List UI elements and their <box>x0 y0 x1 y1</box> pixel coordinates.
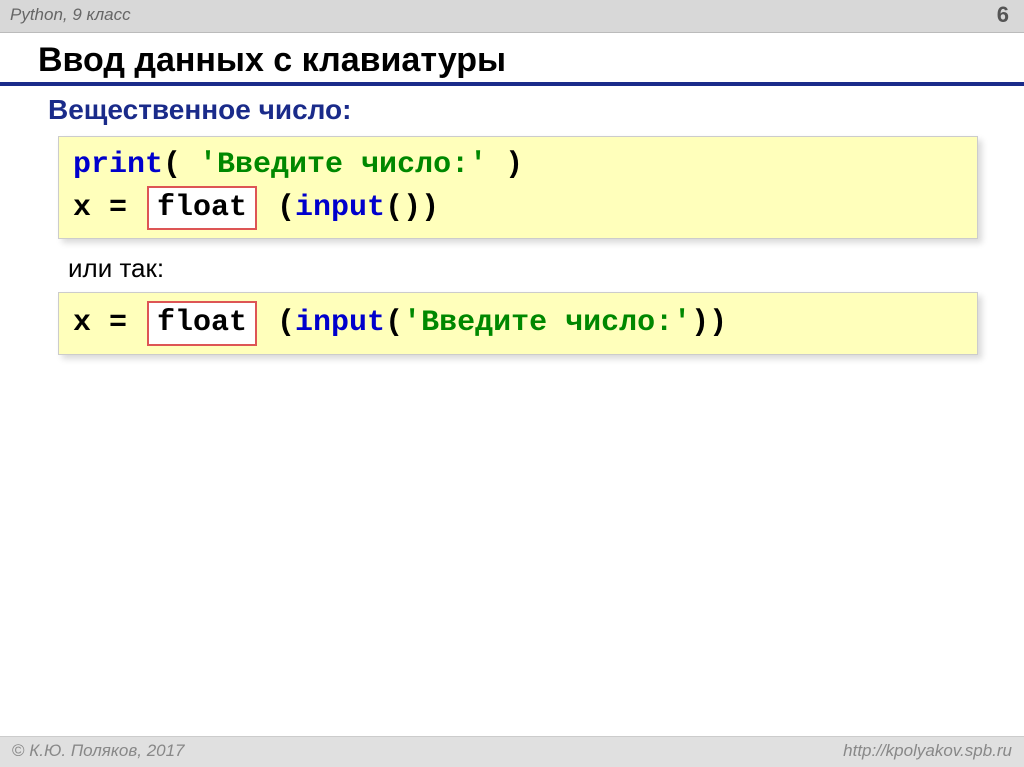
assignment: x = <box>73 306 145 340</box>
middle-text: или так: <box>68 253 994 284</box>
copyright-icon: © <box>12 741 25 760</box>
after-float: ( <box>259 191 295 225</box>
input-keyword: input <box>295 306 385 340</box>
page-number: 6 <box>997 2 1014 28</box>
subtitle: Вещественное число: <box>48 94 994 126</box>
code-line-3: x = float (input('Введите число:')) <box>73 301 963 346</box>
after-float: ( <box>259 306 295 340</box>
course-label: Python, 9 класс <box>10 5 131 25</box>
paren-open: ( <box>163 148 199 182</box>
paren-close: ) <box>487 148 523 182</box>
slide-content: Ввод данных с клавиатуры Вещественное чи… <box>0 33 1024 389</box>
footer-url: http://kpolyakov.spb.ru <box>843 741 1012 761</box>
code-line-1: print( 'Введите число:' ) <box>73 145 963 186</box>
float-highlight-box: float <box>147 301 257 346</box>
footer-bar: © К.Ю. Поляков, 2017 http://kpolyakov.sp… <box>0 736 1024 767</box>
assignment: x = <box>73 191 145 225</box>
code-line-2: x = float (input()) <box>73 186 963 231</box>
string-literal: 'Введите число:' <box>199 148 487 182</box>
print-keyword: print <box>73 148 163 182</box>
code-block-2: x = float (input('Введите число:')) <box>58 292 978 355</box>
title-underline <box>0 82 1024 86</box>
code-block-1: print( 'Введите число:' ) x = float (inp… <box>58 136 978 239</box>
string-literal: 'Введите число:' <box>403 306 691 340</box>
paren-close: )) <box>691 306 727 340</box>
copyright-text: К.Ю. Поляков, 2017 <box>25 741 185 760</box>
paren-open: ( <box>385 306 403 340</box>
copyright: © К.Ю. Поляков, 2017 <box>12 741 185 761</box>
float-highlight-box: float <box>147 186 257 231</box>
after-input: ()) <box>385 191 439 225</box>
page-title: Ввод данных с клавиатуры <box>38 41 994 80</box>
input-keyword: input <box>295 191 385 225</box>
header-bar: Python, 9 класс 6 <box>0 0 1024 33</box>
